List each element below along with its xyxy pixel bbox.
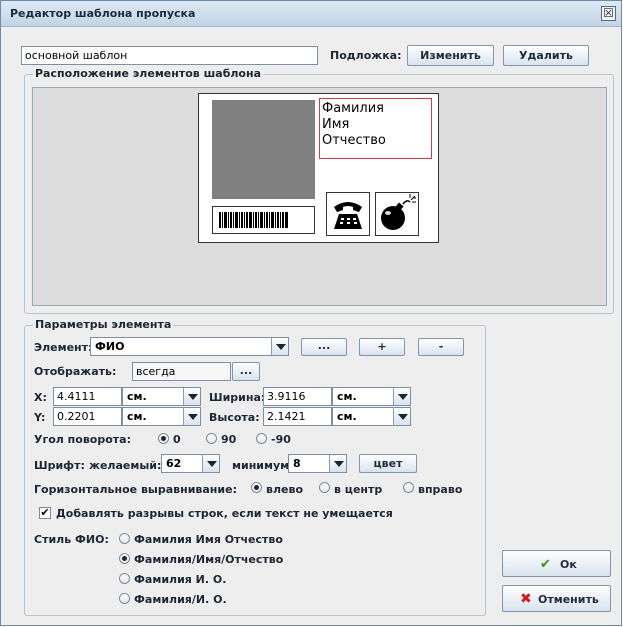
display-label: Отображать:: [34, 365, 117, 378]
x-unit-value: см.: [127, 390, 147, 403]
rotation-label: Угол поворота:: [34, 433, 131, 446]
width-input[interactable]: 3.9116: [263, 387, 332, 406]
dialog-window: Редактор шаблона пропуска ☒ основной шаб…: [0, 0, 622, 626]
halign-right-label[interactable]: вправо: [418, 483, 462, 496]
chevron-down-icon[interactable]: [393, 408, 410, 425]
display-more-button[interactable]: ...: [232, 362, 260, 381]
cancel-button[interactable]: ✖ Отменить: [502, 585, 611, 612]
chevron-down-icon[interactable]: [329, 455, 346, 472]
bomb-icon: [381, 194, 416, 230]
fio-line-name: Имя: [322, 117, 350, 132]
fio-style-initials-label[interactable]: Фамилия И. О.: [134, 573, 226, 586]
phone-element[interactable]: [326, 192, 370, 236]
ok-button[interactable]: ✔ Ок: [502, 550, 611, 577]
font-desired-select[interactable]: 62: [161, 454, 220, 473]
halign-right-radio[interactable]: [403, 482, 414, 493]
fio-style-initials-radio[interactable]: [119, 573, 130, 584]
height-input[interactable]: 2.1421: [263, 407, 332, 426]
window-title: Редактор шаблона пропуска: [10, 7, 196, 20]
halign-left-label[interactable]: влево: [266, 483, 303, 496]
fio-style-full-radio[interactable]: [119, 533, 130, 544]
x-input[interactable]: 4.4111: [53, 387, 122, 406]
bomb-element[interactable]: [375, 192, 419, 236]
element-more-button[interactable]: ...: [301, 338, 347, 356]
fio-style-slash-radio[interactable]: [119, 553, 130, 564]
title-bar[interactable]: Редактор шаблона пропуска ☒: [1, 1, 621, 27]
x-unit-select[interactable]: см.: [122, 387, 201, 406]
barcode-icon: [219, 212, 288, 228]
rotation-minus90-label[interactable]: -90: [271, 433, 291, 446]
fio-style-slash-initials-radio[interactable]: [119, 593, 130, 604]
barcode-element[interactable]: [212, 206, 315, 234]
width-label: Ширина:: [209, 391, 266, 404]
chevron-down-icon[interactable]: [183, 388, 200, 405]
chevron-down-icon[interactable]: [393, 388, 410, 405]
fio-element-frame[interactable]: Фамилия Имя Отчество: [319, 98, 432, 159]
y-unit-value: см.: [127, 410, 147, 423]
x-label: X:: [34, 391, 47, 404]
font-min-value: 8: [293, 457, 301, 470]
rotation-90-radio[interactable]: [206, 433, 217, 444]
font-desired-value: 62: [166, 457, 182, 470]
chevron-down-icon[interactable]: [202, 455, 219, 472]
remove-element-button[interactable]: -: [418, 338, 464, 356]
rotation-0-label[interactable]: 0: [173, 433, 181, 446]
font-min-select[interactable]: 8: [288, 454, 347, 473]
y-label: Y:: [34, 411, 46, 424]
fio-style-full-label[interactable]: Фамилия Имя Отчество: [134, 533, 283, 546]
add-element-button[interactable]: +: [359, 338, 405, 356]
layout-group-legend: Расположение элементов шаблона: [33, 67, 264, 80]
background-label: Подложка:: [330, 49, 402, 62]
delete-background-button[interactable]: Удалить: [503, 45, 589, 66]
cancel-button-label: Отменить: [538, 593, 599, 606]
element-select-value: ФИО: [95, 340, 125, 353]
rotation-0-radio[interactable]: [158, 433, 169, 444]
telephone-icon: [334, 202, 362, 229]
y-input[interactable]: 0.2201: [53, 407, 122, 426]
font-label: Шрифт:: [34, 459, 85, 472]
fio-style-label: Стиль ФИО:: [34, 533, 109, 546]
params-group-legend: Параметры элемента: [33, 318, 174, 331]
halign-left-radio[interactable]: [251, 482, 262, 493]
font-min-label: минимум:: [232, 459, 294, 472]
wrap-checkbox[interactable]: ✔: [39, 507, 51, 519]
halign-label: Горизонтальное выравнивание:: [34, 483, 237, 496]
fio-style-slash-label[interactable]: Фамилия/Имя/Отчество: [134, 553, 283, 566]
width-unit-select[interactable]: см.: [332, 387, 411, 406]
fio-line-patronymic: Отчество: [322, 133, 386, 148]
height-unit-value: см.: [337, 410, 357, 423]
close-icon[interactable]: ☒: [601, 6, 616, 21]
halign-center-radio[interactable]: [319, 482, 330, 493]
check-icon: ✔: [540, 557, 551, 572]
photo-placeholder[interactable]: [212, 100, 315, 199]
halign-center-label[interactable]: в центр: [334, 483, 382, 496]
fio-style-slash-initials-label[interactable]: Фамилия/И. О.: [134, 593, 227, 606]
fio-line-surname: Фамилия: [322, 101, 384, 116]
color-button[interactable]: цвет: [359, 454, 417, 473]
height-unit-select[interactable]: см.: [332, 407, 411, 426]
rotation-90-label[interactable]: 90: [221, 433, 236, 446]
change-background-button[interactable]: Изменить: [407, 45, 494, 66]
height-label: Высота:: [209, 411, 260, 424]
rotation-minus90-radio[interactable]: [256, 433, 267, 444]
chevron-down-icon[interactable]: [183, 408, 200, 425]
chevron-down-icon[interactable]: [271, 338, 288, 355]
ok-button-label: Ок: [560, 558, 577, 571]
width-unit-value: см.: [337, 390, 357, 403]
element-select[interactable]: ФИО: [90, 337, 289, 356]
font-desired-label: желаемый:: [89, 459, 162, 472]
element-label: Элемент:: [34, 341, 93, 354]
wrap-checkbox-label[interactable]: Добавлять разрывы строк, если текст не у…: [56, 507, 393, 520]
cross-icon: ✖: [520, 591, 532, 607]
template-name-input[interactable]: основной шаблон: [21, 46, 318, 65]
display-field[interactable]: всегда: [132, 362, 231, 381]
y-unit-select[interactable]: см.: [122, 407, 201, 426]
badge-card: Фамилия Имя Отчество: [198, 93, 439, 243]
